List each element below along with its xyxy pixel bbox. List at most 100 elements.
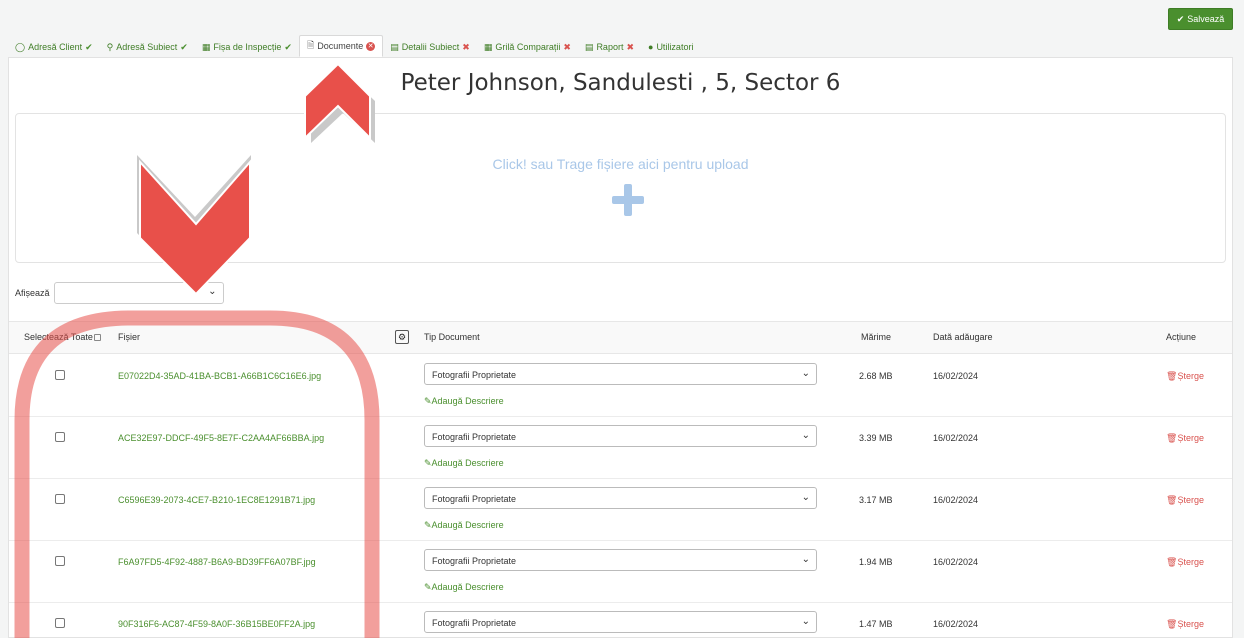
map-marker-icon: ⚲ bbox=[106, 41, 114, 52]
delete-link[interactable]: 🗑Șterge bbox=[1166, 557, 1204, 568]
list-icon: ▤ bbox=[390, 41, 399, 52]
select-all-checkbox[interactable] bbox=[93, 334, 101, 342]
date-added: 16/02/2024 bbox=[933, 371, 979, 381]
date-added: 16/02/2024 bbox=[933, 619, 979, 629]
filter-row: Afișează ⌄ bbox=[15, 282, 224, 304]
documents-panel: Peter Johnson, Sandulesti , 5, Sector 6 … bbox=[8, 57, 1233, 638]
action-header: Acțiune bbox=[1166, 332, 1197, 342]
delete-link[interactable]: 🗑Șterge bbox=[1166, 371, 1204, 382]
check-icon: ✔ bbox=[180, 41, 188, 52]
doc-type-select[interactable]: Fotografii Proprietate ⌄ bbox=[424, 363, 817, 385]
upload-dropzone[interactable]: Click! sau Trage fișiere aici pentru upl… bbox=[15, 113, 1226, 263]
doc-type-select[interactable]: Fotografii Proprietate ⌄ bbox=[424, 611, 817, 633]
file-size: 2.68 MB bbox=[859, 371, 893, 381]
size-header: Mărime bbox=[861, 332, 892, 342]
save-button-label: Salvează bbox=[1187, 14, 1225, 24]
delete-label: Șterge bbox=[1177, 557, 1204, 567]
file-link[interactable]: E07022D4-35AD-41BA-BCB1-A66B1C6C16E6.jpg bbox=[118, 371, 321, 381]
tab-label: Detalii Subiect bbox=[401, 42, 460, 52]
doc-type-select[interactable]: Fotografii Proprietate ⌄ bbox=[424, 425, 817, 447]
trash-icon: 🗑 bbox=[1166, 433, 1178, 443]
doc-type-value: Fotografii Proprietate bbox=[432, 370, 517, 380]
file-size: 3.39 MB bbox=[859, 433, 893, 443]
trash-icon: 🗑 bbox=[1166, 557, 1178, 567]
report-icon: ▤ bbox=[584, 41, 594, 52]
add-description-link[interactable]: ✎Adaugă Descriere bbox=[424, 458, 504, 469]
edit-icon: ✎ bbox=[424, 520, 432, 530]
file-link[interactable]: 90F316F6-AC87-4F59-8A0F-36B15BE0FF2A.jpg bbox=[118, 619, 315, 629]
save-button[interactable]: ✔ Salvează bbox=[1168, 8, 1233, 30]
check-icon: ✔ bbox=[85, 41, 93, 52]
table-row: C6596E39-2073-4CE7-B210-1EC8E1291B71.jpg… bbox=[9, 479, 1232, 541]
chevron-down-icon: ⌄ bbox=[801, 492, 810, 503]
edit-icon: ✎ bbox=[424, 396, 432, 406]
row-checkbox[interactable] bbox=[55, 370, 65, 380]
tab-users[interactable]: ● Utilizatori bbox=[641, 37, 700, 57]
delete-link[interactable]: 🗑Șterge bbox=[1166, 433, 1204, 444]
trash-icon: 🗑 bbox=[1166, 619, 1178, 629]
page-title: Peter Johnson, Sandulesti , 5, Sector 6 bbox=[400, 70, 841, 96]
chevron-down-icon: ⌄ bbox=[801, 554, 810, 565]
chevron-down-icon: ⌄ bbox=[801, 430, 810, 441]
delete-link[interactable]: 🗑Șterge bbox=[1166, 619, 1204, 630]
check-icon: ✔ bbox=[1176, 13, 1185, 24]
edit-icon: ✎ bbox=[424, 582, 432, 592]
doc-type-value: Fotografii Proprietate bbox=[432, 618, 517, 628]
user-icon: ◯ bbox=[15, 41, 26, 52]
date-added: 16/02/2024 bbox=[933, 433, 979, 443]
table-icon: ▦ bbox=[483, 41, 493, 52]
add-description-label: Adaugă Descriere bbox=[431, 458, 504, 468]
doc-type-value: Fotografii Proprietate bbox=[432, 432, 517, 442]
add-description-link[interactable]: ✎Adaugă Descriere bbox=[424, 520, 504, 531]
tab-label: Utilizatori bbox=[656, 42, 694, 52]
delete-label: Șterge bbox=[1177, 433, 1204, 443]
tab-report[interactable]: ▤ Raport ✖ bbox=[578, 37, 641, 57]
file-size: 1.94 MB bbox=[859, 557, 893, 567]
add-description-link[interactable]: ✎Adaugă Descriere bbox=[424, 396, 504, 407]
select-all-label: Selectează Toate bbox=[24, 332, 93, 342]
date-header: Dată adăugare bbox=[933, 332, 993, 342]
date-added: 16/02/2024 bbox=[933, 495, 979, 505]
cross-icon: ✖ bbox=[563, 41, 571, 52]
cross-icon: ✖ bbox=[626, 41, 634, 52]
gear-icon[interactable]: ⚙ bbox=[395, 330, 409, 344]
add-description-label: Adaugă Descriere bbox=[431, 582, 504, 592]
add-description-label: Adaugă Descriere bbox=[431, 520, 504, 530]
tab-bar: ◯ Adresă Client ✔ ⚲ Adresă Subiect ✔ ▦ F… bbox=[8, 35, 700, 57]
file-link[interactable]: F6A97FD5-4F92-4887-B6A9-BD39FF6A07BF.jpg bbox=[118, 557, 316, 567]
file-link[interactable]: C6596E39-2073-4CE7-B210-1EC8E1291B71.jpg bbox=[118, 495, 315, 505]
tab-label: Raport bbox=[596, 42, 624, 52]
filter-select[interactable]: ⌄ bbox=[53, 282, 224, 304]
doc-type-value: Fotografii Proprietate bbox=[432, 556, 517, 566]
tab-subject-details[interactable]: ▤ Detalii Subiect ✖ bbox=[383, 37, 477, 57]
tab-label: Grilă Comparații bbox=[495, 42, 561, 52]
select-all-header[interactable]: Selectează Toate bbox=[24, 332, 101, 342]
tab-comparison-grid[interactable]: ▦ Grilă Comparații ✖ bbox=[477, 37, 578, 57]
row-checkbox[interactable] bbox=[55, 494, 65, 504]
delete-link[interactable]: 🗑Șterge bbox=[1166, 495, 1204, 506]
edit-icon: ✎ bbox=[424, 458, 432, 468]
row-checkbox[interactable] bbox=[55, 556, 65, 566]
row-checkbox[interactable] bbox=[55, 432, 65, 442]
row-checkbox[interactable] bbox=[55, 618, 65, 628]
tab-subject-address[interactable]: ⚲ Adresă Subiect ✔ bbox=[100, 37, 195, 57]
tab-client-address[interactable]: ◯ Adresă Client ✔ bbox=[8, 37, 100, 57]
dropzone-text: Click! sau Trage fișiere aici pentru upl… bbox=[492, 156, 749, 172]
doc-type-select[interactable]: Fotografii Proprietate ⌄ bbox=[424, 549, 817, 571]
add-description-label: Adaugă Descriere bbox=[431, 396, 504, 406]
trash-icon: 🗑 bbox=[1166, 495, 1178, 505]
chevron-down-icon: ⌄ bbox=[208, 286, 217, 297]
add-description-link[interactable]: ✎Adaugă Descriere bbox=[424, 582, 504, 593]
file-link[interactable]: ACE32E97-DDCF-49F5-8E7F-C2AA4AF66BBA.jpg bbox=[118, 433, 324, 443]
file-size: 1.47 MB bbox=[859, 619, 893, 629]
table-row: ACE32E97-DDCF-49F5-8E7F-C2AA4AF66BBA.jpg… bbox=[9, 417, 1232, 479]
plus-icon bbox=[612, 184, 644, 216]
doc-type-select[interactable]: Fotografii Proprietate ⌄ bbox=[424, 487, 817, 509]
delete-label: Șterge bbox=[1177, 371, 1204, 381]
chevron-down-icon: ⌄ bbox=[801, 368, 810, 379]
error-circle-icon: ✕ bbox=[366, 41, 376, 51]
tab-documents[interactable]: 🗎 Documente ✕ bbox=[298, 35, 384, 57]
file-icon: 🗎 bbox=[306, 40, 315, 50]
tab-inspection-sheet[interactable]: ▦ Fișa de Inspecție ✔ bbox=[195, 37, 299, 57]
building-icon: ▦ bbox=[201, 41, 211, 52]
